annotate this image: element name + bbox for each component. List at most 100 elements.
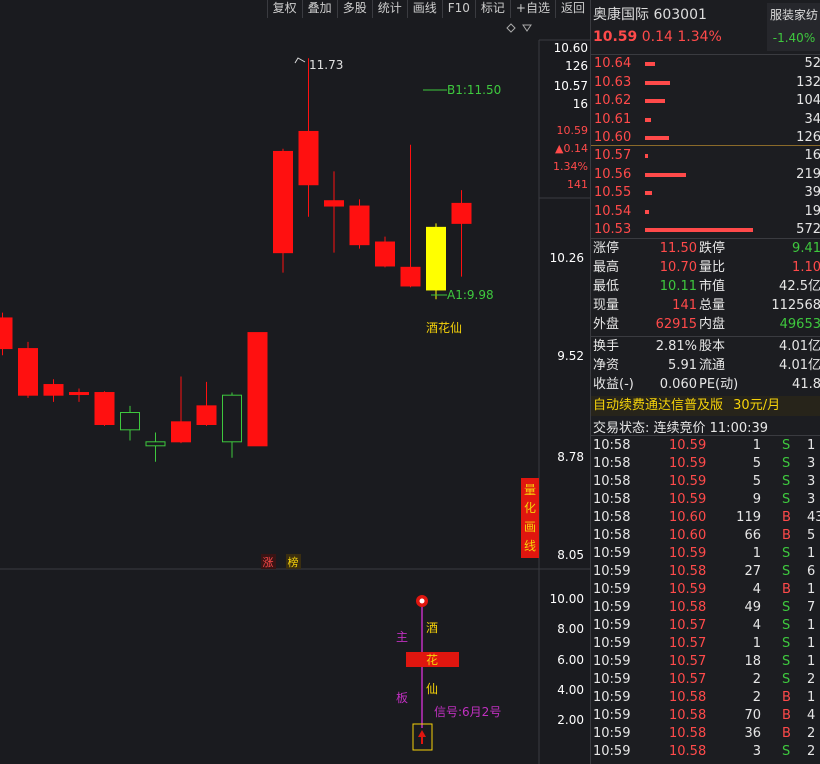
- candle-body[interactable]: [120, 412, 140, 431]
- candle-body[interactable]: [451, 202, 472, 224]
- triangle-down-icon[interactable]: [522, 24, 532, 32]
- tick-row[interactable]: 10:59 10.58 27 S 6: [591, 563, 820, 581]
- tick-volume: 1: [752, 438, 761, 453]
- tick-time: 10:59: [593, 726, 631, 741]
- bid-volume-bar: [645, 154, 649, 158]
- bid-row[interactable]: 10.53 572: [591, 221, 820, 239]
- axis-current-change: ▲0.14: [555, 142, 588, 155]
- tick-count: 1: [807, 690, 816, 705]
- tick-count: 1: [807, 582, 816, 597]
- tick-row[interactable]: 10:59 10.57 2 S 2: [591, 671, 820, 689]
- ask-row[interactable]: 10.64 52: [591, 55, 820, 73]
- tick-volume: 3: [752, 744, 761, 759]
- tick-time: 10:59: [593, 708, 631, 723]
- tick-side: S: [782, 564, 791, 579]
- tick-row[interactable]: 10:59 10.58 2 B 1: [591, 689, 820, 707]
- quant-tag-char: 化: [524, 501, 536, 515]
- candle-body[interactable]: [273, 150, 293, 254]
- sub-label-ban: 板: [396, 691, 408, 705]
- stat-row: 现量 141 总量 112568: [591, 297, 820, 315]
- ask-row[interactable]: 10.62 104: [591, 92, 820, 110]
- quant-tag-char: 画: [524, 520, 536, 534]
- tick-row[interactable]: 10:59 10.57 4 S 1: [591, 617, 820, 635]
- tick-price: 10.59: [669, 582, 707, 597]
- stat-value: 11.50: [659, 241, 697, 256]
- candle-body[interactable]: [349, 205, 370, 246]
- tick-time: 10:59: [593, 654, 631, 669]
- tick-side: S: [782, 636, 791, 651]
- tick-side: B: [782, 708, 791, 723]
- tick-row[interactable]: 10:59 10.58 49 S 7: [591, 599, 820, 617]
- tick-count: 5: [807, 528, 816, 543]
- tick-row[interactable]: 10:58 10.60 119 B 43: [591, 509, 820, 527]
- bid-price: 10.54: [594, 203, 632, 219]
- up-arrow-icon: [418, 730, 426, 744]
- ranking-tag-text: 榜: [288, 555, 299, 569]
- bid-row[interactable]: 10.56 219: [591, 166, 820, 184]
- ask-row[interactable]: 10.63 132: [591, 74, 820, 92]
- candle-body[interactable]: [18, 348, 38, 396]
- stat-row: 涨停 11.50 跌停 9.41: [591, 240, 820, 258]
- chart-canvas[interactable]: 11.73 B1:11.50 A1:9.98 酒花仙 10.60 126 10.…: [0, 0, 590, 764]
- tick-count: 4: [807, 708, 816, 723]
- candle-body[interactable]: [69, 392, 89, 396]
- bid-volume: 16: [804, 148, 820, 163]
- stat-value: 112568: [771, 298, 820, 313]
- tick-side: S: [782, 618, 791, 633]
- tick-price: 10.58: [669, 726, 707, 741]
- promo-banner[interactable]: 自动续费通达信普及版 30元/月: [591, 396, 820, 416]
- candle-body[interactable]: [400, 266, 421, 287]
- candle-body[interactable]: [426, 226, 446, 291]
- candle-body[interactable]: [145, 441, 166, 447]
- stat-label: 净资: [593, 358, 620, 373]
- tick-volume: 49: [744, 600, 761, 615]
- tick-row[interactable]: 10:58 10.59 1 S 1: [591, 437, 820, 455]
- tick-time: 10:58: [593, 510, 631, 525]
- candle-body[interactable]: [324, 200, 344, 207]
- tick-row[interactable]: 10:59 10.58 3 S 2: [591, 743, 820, 761]
- candle-body[interactable]: [375, 241, 395, 267]
- bid-row[interactable]: 10.54 19: [591, 203, 820, 221]
- tick-side: S: [782, 438, 791, 453]
- bid-row[interactable]: 10.57 16: [591, 147, 820, 165]
- tick-row[interactable]: 10:59 10.57 18 S 1: [591, 653, 820, 671]
- ask-volume-bar: [645, 117, 652, 122]
- candle-body[interactable]: [298, 130, 319, 186]
- tick-time: 10:58: [593, 474, 631, 489]
- candle-body[interactable]: [247, 332, 268, 447]
- tick-row[interactable]: 10:59 10.59 4 B 1: [591, 581, 820, 599]
- candle-body[interactable]: [43, 384, 64, 396]
- chart-settings-icons[interactable]: [506, 23, 532, 33]
- tick-row[interactable]: 10:58 10.60 66 B 5: [591, 527, 820, 545]
- stat-label: 跌停: [699, 241, 726, 256]
- stat-value: 10.11: [659, 279, 697, 294]
- candle-body[interactable]: [196, 405, 217, 425]
- candle-body[interactable]: [94, 392, 115, 425]
- bid-price: 10.55: [594, 185, 632, 200]
- tick-row[interactable]: 10:58 10.59 5 S 3: [591, 473, 820, 491]
- tick-row[interactable]: 10:58 10.59 9 S 3: [591, 491, 820, 509]
- candle-body[interactable]: [222, 394, 242, 443]
- stat-value: 1.10: [792, 260, 820, 275]
- tick-time: 10:58: [593, 528, 631, 543]
- tick-row[interactable]: 10:59 10.57 1 S 1: [591, 635, 820, 653]
- candle-body[interactable]: [171, 421, 191, 443]
- sector-box[interactable]: 服装家纺 -1.40%: [767, 3, 820, 51]
- tick-volume: 2: [752, 690, 761, 705]
- stat-value: 9.41: [792, 241, 820, 256]
- tick-row[interactable]: 10:59 10.58 70 B 4: [591, 707, 820, 725]
- stat-label: 涨停: [593, 241, 620, 256]
- tick-row[interactable]: 10:59 10.58 36 B 2: [591, 725, 820, 743]
- bid-price: 10.57: [594, 148, 632, 163]
- bid-price: 10.56: [594, 166, 632, 182]
- tick-row[interactable]: 10:58 10.59 5 S 3: [591, 455, 820, 473]
- tick-row[interactable]: 10:59 10.59 1 S 1: [591, 545, 820, 563]
- kline-chart-panel[interactable]: 复权 叠加 多股 统计 画线 F10 标记 +自选 返回 11.73 B1:11…: [0, 0, 590, 764]
- stock-name[interactable]: 奥康国际: [593, 7, 649, 23]
- ask-row[interactable]: 10.61 34: [591, 111, 820, 129]
- diamond-icon[interactable]: [506, 23, 516, 33]
- sector-pct: -1.40%: [772, 31, 816, 45]
- candle-body[interactable]: [0, 317, 13, 350]
- bid-row[interactable]: 10.55 39: [591, 184, 820, 202]
- stat-label: 总量: [699, 298, 726, 313]
